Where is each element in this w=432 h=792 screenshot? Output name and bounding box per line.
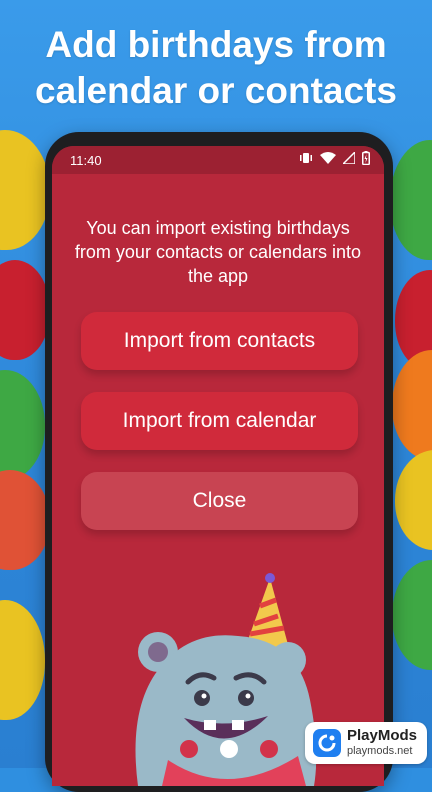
balloon-yellow [0, 130, 50, 250]
balloon-yellow-3 [395, 450, 432, 550]
import-from-contacts-label: Import from contacts [123, 329, 316, 352]
page-dot-active[interactable] [220, 740, 238, 758]
import-message: You can import existing birthdays from y… [74, 218, 362, 286]
battery-charging-icon [362, 151, 370, 165]
import-from-contacts-button[interactable]: Import from contacts [81, 312, 358, 370]
balloon-green-3 [392, 560, 432, 670]
balloon-red [0, 260, 50, 360]
watermark-title: PlayMods [347, 727, 418, 744]
phone-screen: 11:40 You can import existing birthdays … [52, 146, 384, 786]
vibrate-icon [300, 153, 312, 163]
page-indicator [180, 740, 278, 758]
playmods-watermark: PlayMods playmods.net [305, 722, 427, 764]
balloon-yellow-2 [0, 600, 45, 720]
headline-line-1: Add birthdays from [45, 24, 387, 65]
status-time: 11:40 [70, 153, 102, 168]
balloon-green [0, 370, 45, 480]
import-from-calendar-button[interactable]: Import from calendar [81, 392, 358, 450]
wifi-icon [320, 152, 336, 164]
watermark-url: playmods.net [347, 745, 413, 757]
headline: Add birthdays from calendar or contacts [0, 22, 432, 114]
import-from-calendar-label: Import from calendar [122, 409, 317, 432]
status-icons [299, 151, 370, 165]
balloon-orange-2 [392, 350, 432, 460]
balloon-orange [0, 470, 50, 570]
status-bar: 11:40 [52, 146, 384, 174]
balloon-green-2 [390, 140, 432, 260]
close-button[interactable]: Close [81, 472, 358, 530]
headline-line-2: calendar or contacts [35, 70, 397, 111]
close-label: Close [192, 489, 247, 512]
page-dot[interactable] [180, 740, 198, 758]
page-dot[interactable] [260, 740, 278, 758]
playmods-logo-icon [313, 729, 341, 757]
signal-icon [343, 152, 355, 164]
